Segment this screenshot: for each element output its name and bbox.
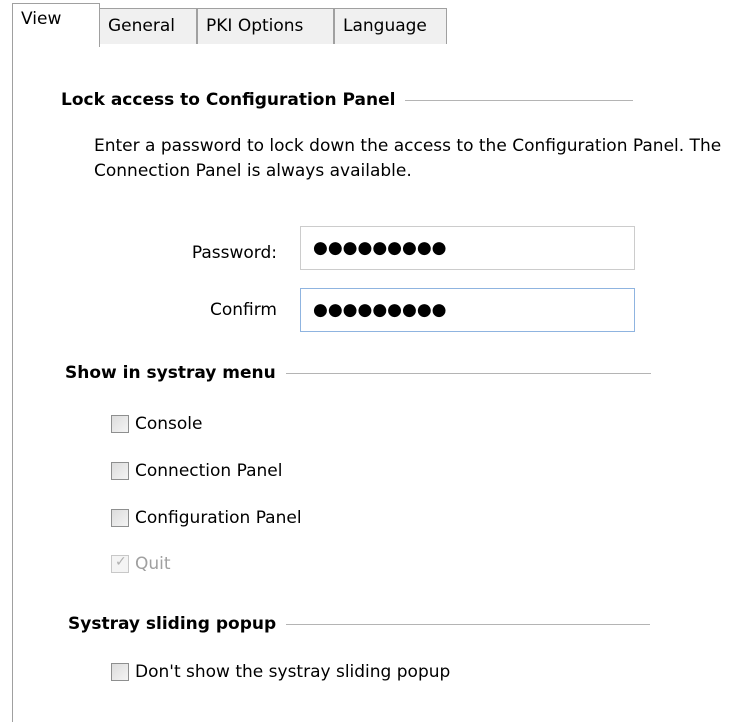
tab-general[interactable]: General [99,8,197,44]
configuration-panel-checkbox-label: Configuration Panel [135,508,302,528]
quit-checkbox-label: Quit [135,554,171,574]
lock-section-title: Lock access to Configuration Panel [61,90,396,110]
popup-section-title: Systray sliding popup [68,614,277,634]
systray-section-rule [285,372,651,374]
password-field[interactable] [300,226,635,270]
popup-section-header: Systray sliding popup [68,612,651,636]
quit-checkbox-row: ✓ Quit [111,551,171,577]
console-checkbox-label: Console [135,414,203,434]
view-tab-panel: Lock access to Configuration Panel Enter… [12,46,755,722]
tab-language[interactable]: Language [334,8,447,44]
hide-popup-checkbox-row[interactable]: Don't show the systray sliding popup [111,659,450,685]
lock-section-rule [405,99,634,101]
hide-popup-checkbox-label: Don't show the systray sliding popup [135,662,451,682]
console-checkbox-row[interactable]: Console [111,411,203,437]
confirm-password-field[interactable] [300,288,635,332]
systray-section-header: Show in systray menu [65,361,651,385]
configuration-panel-checkbox[interactable] [111,509,129,527]
hide-popup-checkbox[interactable] [111,663,129,681]
quit-checkbox: ✓ [111,554,129,573]
confirm-label: Confirm [209,300,277,320]
connection-panel-checkbox[interactable] [111,462,129,480]
console-checkbox[interactable] [111,415,129,433]
lock-section-description: Enter a password to lock down the access… [94,136,722,181]
tab-view[interactable]: View [12,3,100,47]
connection-panel-checkbox-row[interactable]: Connection Panel [111,458,282,484]
checkmark-icon: ✓ [115,554,127,570]
lock-section-header: Lock access to Configuration Panel [61,88,634,112]
popup-section-rule [286,623,651,625]
password-label: Password: [191,243,277,263]
configuration-panel-checkbox-row[interactable]: Configuration Panel [111,505,302,531]
systray-section-title: Show in systray menu [65,363,276,383]
tab-strip: View General PKI Options Language [0,0,755,47]
connection-panel-checkbox-label: Connection Panel [135,461,283,481]
tab-pki-options[interactable]: PKI Options [197,8,334,44]
